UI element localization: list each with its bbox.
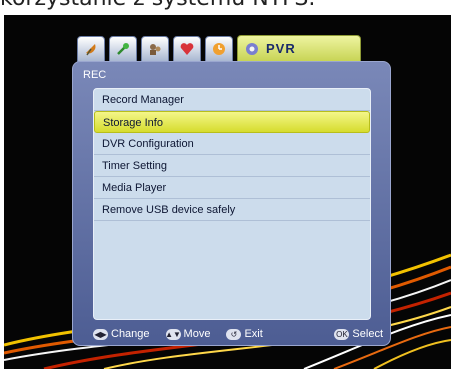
left-right-arrows-icon: ◀▶ [93, 328, 108, 340]
tv-screen: PVR REC Record Manager Storage Info DVR … [4, 15, 451, 369]
hint-change-label: Change [111, 328, 150, 340]
tools-icon [117, 43, 129, 55]
key-hints-bar: ◀▶ Change ▲▼ Move ↺ Exit OK Select [93, 325, 383, 343]
hint-move-label: Move [183, 328, 211, 340]
menu-item-record-manager[interactable]: Record Manager [94, 89, 370, 111]
menu-item-dvr-configuration[interactable]: DVR Configuration [94, 133, 370, 155]
tab-favorites[interactable] [173, 36, 201, 62]
up-down-arrows-icon: ▲▼ [165, 328, 181, 340]
ok-icon: OK [334, 328, 350, 340]
satellite-dish-icon [86, 44, 96, 56]
parental-lock-icon [150, 44, 161, 55]
pvr-icon [246, 42, 258, 55]
tab-tools[interactable] [109, 36, 137, 62]
tab-parental[interactable] [141, 36, 169, 62]
tab-installation[interactable] [77, 36, 105, 62]
tab-pvr[interactable]: PVR [237, 35, 361, 62]
menu-item-storage-info[interactable]: Storage Info [94, 111, 370, 133]
hint-exit: ↺ Exit [226, 328, 263, 340]
menu-item-media-player[interactable]: Media Player [94, 177, 370, 199]
menu-item-timer-setting[interactable]: Timer Setting [94, 155, 370, 177]
tab-time[interactable] [205, 36, 233, 62]
menu-tabs: PVR [77, 34, 361, 62]
menu-item-remove-usb[interactable]: Remove USB device safely [94, 199, 370, 221]
tab-pvr-label: PVR [266, 41, 296, 56]
hint-change: ◀▶ Change [93, 328, 150, 340]
exit-icon: ↺ [226, 328, 242, 340]
hint-select: OK Select [334, 328, 383, 340]
caption-text: korzystanie z systemu NTFS. [0, 0, 454, 11]
clock-icon [213, 43, 225, 55]
rec-menu-panel: REC Record Manager Storage Info DVR Conf… [72, 61, 391, 346]
hint-move: ▲▼ Move [165, 328, 211, 340]
heart-icon [180, 43, 194, 55]
rec-menu-list: Record Manager Storage Info DVR Configur… [93, 88, 371, 320]
panel-title: REC [83, 69, 107, 81]
hint-exit-label: Exit [244, 328, 263, 340]
hint-select-label: Select [352, 328, 383, 340]
